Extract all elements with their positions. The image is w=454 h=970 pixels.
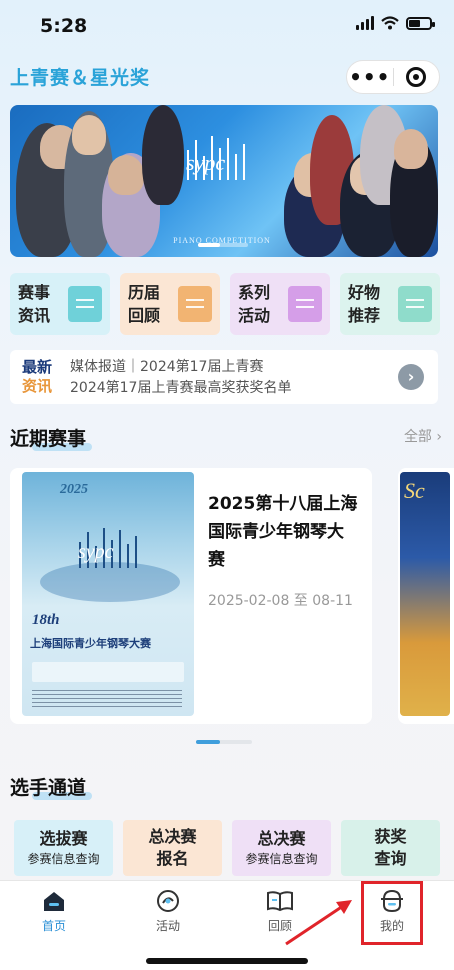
home-indicator bbox=[146, 958, 308, 964]
view-all-link[interactable]: 全部 › bbox=[404, 426, 442, 446]
entry-preliminary-query[interactable]: 选拔赛 参赛信息查询 bbox=[14, 820, 113, 876]
entry-final-signup[interactable]: 总决赛 报名 bbox=[123, 820, 222, 876]
event-card[interactable]: 2025 sypc 18th 上海国际青少年钢琴大赛 2025第十八届上海国际青… bbox=[10, 468, 372, 724]
entry-line2: 查询 bbox=[374, 849, 407, 868]
quick-link-news[interactable]: 赛事资讯 bbox=[10, 273, 110, 335]
news-line[interactable]: 2024第17届上青赛最高奖获奖名单 bbox=[70, 378, 291, 399]
signal-icon bbox=[356, 16, 374, 30]
svg-text:sypc: sypc bbox=[78, 541, 114, 563]
sypc-logo-icon: sypc bbox=[178, 130, 258, 190]
poster-text: Sc bbox=[404, 478, 425, 503]
quick-link-label: 系列活动 bbox=[238, 283, 271, 325]
tab-activity[interactable]: 活动 bbox=[128, 889, 208, 934]
entry-line2: 报名 bbox=[156, 849, 189, 868]
chevron-right-icon[interactable]: › bbox=[398, 364, 424, 390]
recent-events-title: 近期赛事 bbox=[10, 424, 93, 451]
news-lines: 媒体报道｜2024第17届上青赛 2024第17届上青赛最高奖获奖名单 bbox=[70, 357, 291, 399]
poster-title: 上海国际青少年钢琴大赛 bbox=[30, 637, 151, 650]
sypc-logo-icon: sypc bbox=[78, 528, 137, 568]
status-bar: 5:28 bbox=[0, 0, 454, 52]
poster-fine-print bbox=[32, 690, 182, 710]
poster-number: 18th bbox=[32, 612, 60, 628]
tab-home[interactable]: 首页 bbox=[14, 889, 94, 934]
status-icons bbox=[356, 16, 435, 30]
entry-line1: 总决赛 bbox=[257, 829, 306, 848]
target-icon[interactable] bbox=[394, 67, 440, 87]
quick-link-label: 赛事资讯 bbox=[18, 283, 51, 325]
wifi-icon bbox=[381, 16, 399, 30]
quick-link-label: 历届回顾 bbox=[128, 283, 161, 325]
entry-line2: 参赛信息查询 bbox=[245, 852, 318, 866]
battery-icon bbox=[406, 16, 435, 30]
tab-label: 首页 bbox=[41, 919, 66, 933]
event-date: 2025-02-08 至 08-11 bbox=[208, 593, 353, 609]
event-title[interactable]: 2025第十八届上海国际青少年钢琴大赛 bbox=[208, 490, 358, 574]
news-icon bbox=[68, 286, 102, 322]
quick-link-products[interactable]: 好物推荐 bbox=[340, 273, 440, 335]
news-tag-line1: 最新 bbox=[22, 358, 53, 376]
news-line[interactable]: 媒体报道｜2024第17届上青赛 bbox=[70, 357, 291, 378]
activity-icon bbox=[157, 890, 179, 912]
home-icon bbox=[44, 892, 64, 911]
event-poster: 2025 sypc 18th 上海国际青少年钢琴大赛 bbox=[22, 472, 194, 716]
products-icon bbox=[398, 286, 432, 322]
latest-news-bar[interactable]: 最新 资讯 媒体报道｜2024第17届上青赛 2024第17届上青赛最高奖获奖名… bbox=[10, 350, 438, 404]
quick-links: 赛事资讯 历届回顾 系列活动 好物推荐 bbox=[10, 273, 440, 335]
poster-year: 2025 bbox=[60, 482, 88, 497]
mini-program-capsule: ••• bbox=[346, 60, 440, 94]
entry-line2: 参赛信息查询 bbox=[27, 852, 100, 866]
news-tag-line2: 资讯 bbox=[22, 377, 53, 395]
app-title: 上青赛＆星光奖 bbox=[10, 67, 151, 89]
event-card-next[interactable]: Sc bbox=[398, 468, 454, 724]
entry-line1: 选拔赛 bbox=[39, 829, 88, 848]
history-icon bbox=[178, 286, 212, 322]
ellipsis-icon[interactable]: ••• bbox=[347, 62, 393, 92]
annotation-arrow-icon bbox=[285, 900, 352, 946]
entry-line1: 获奖 bbox=[374, 827, 407, 846]
entry-award-query[interactable]: 获奖 查询 bbox=[341, 820, 440, 876]
player-channel-title: 选手通道 bbox=[10, 773, 93, 800]
status-time: 5:28 bbox=[40, 15, 88, 37]
banner-pager bbox=[198, 243, 248, 247]
poster-info-strip bbox=[32, 662, 184, 682]
carousel-pager bbox=[196, 740, 252, 744]
quick-link-activities[interactable]: 系列活动 bbox=[230, 273, 330, 335]
quick-link-history[interactable]: 历届回顾 bbox=[120, 273, 220, 335]
channel-entries: 选拔赛 参赛信息查询 总决赛 报名 总决赛 参赛信息查询 获奖 查询 bbox=[14, 820, 440, 876]
activities-icon bbox=[288, 286, 322, 322]
view-all-label: 全部 bbox=[403, 429, 432, 445]
entry-line1: 总决赛 bbox=[148, 827, 197, 846]
quick-link-label: 好物推荐 bbox=[348, 283, 381, 325]
tab-label: 活动 bbox=[155, 919, 180, 933]
svg-text:sypc: sypc bbox=[186, 150, 225, 175]
highlight-box bbox=[361, 881, 423, 945]
entry-final-query[interactable]: 总决赛 参赛信息查询 bbox=[232, 820, 331, 876]
event-poster: Sc bbox=[400, 472, 450, 716]
news-tag: 最新 资讯 bbox=[22, 358, 62, 396]
